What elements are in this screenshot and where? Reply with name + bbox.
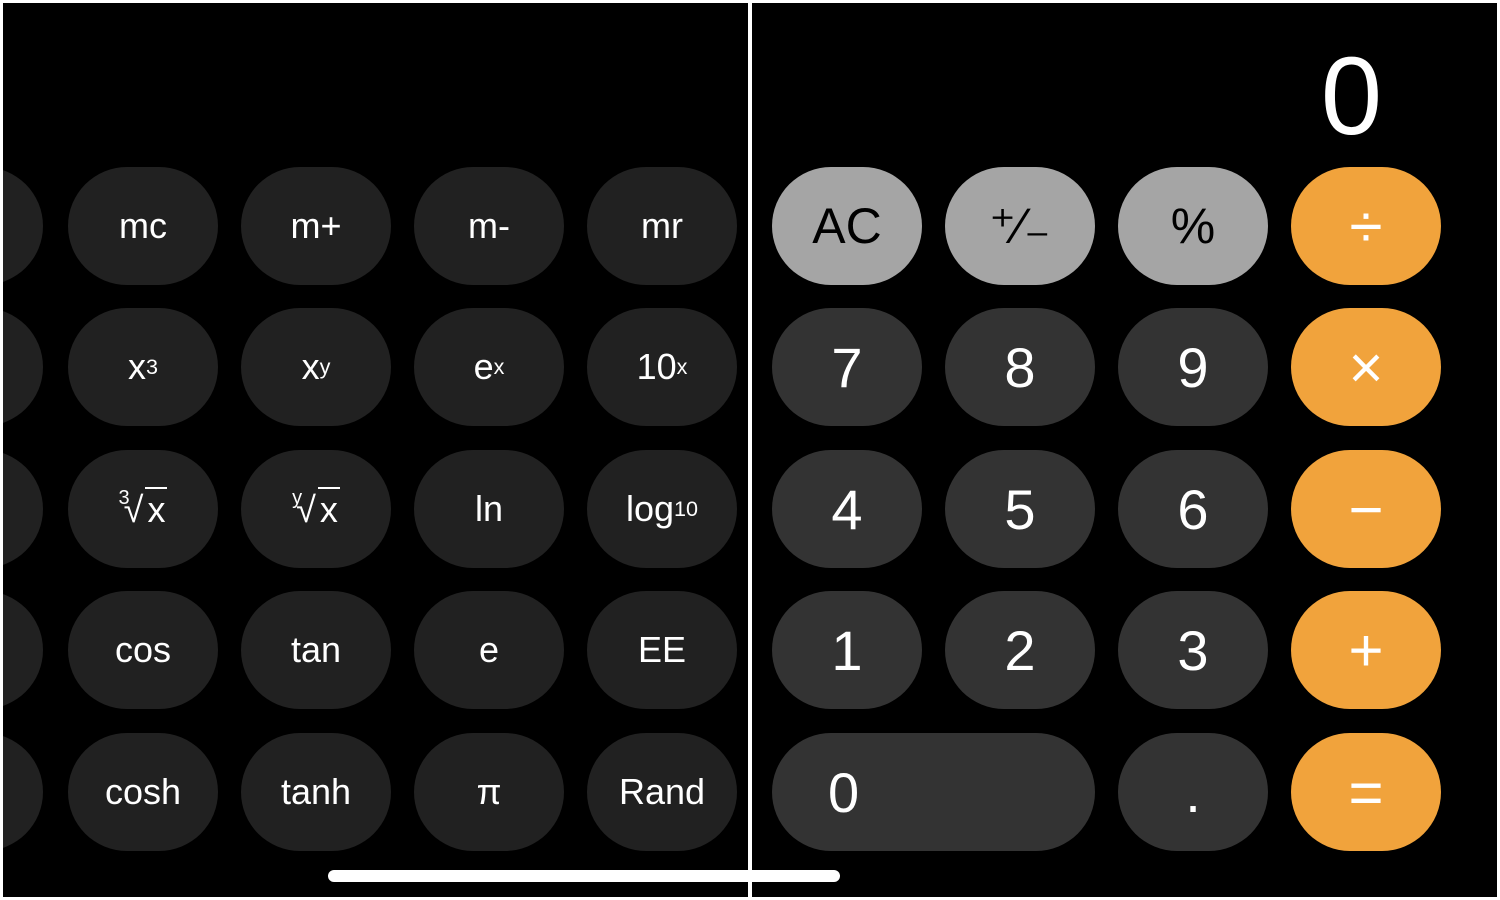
digit-label: 6 <box>1177 477 1209 541</box>
divide-button[interactable]: ÷ <box>1291 167 1441 285</box>
digit-6-button[interactable]: 6 <box>1118 450 1268 568</box>
root-index: 3 <box>118 487 130 509</box>
pi-label: π <box>476 771 502 812</box>
mc-button[interactable]: mc <box>68 167 218 285</box>
toggle-sign-button[interactable]: ⁺∕₋ <box>945 167 1095 285</box>
base-label: x <box>301 346 320 387</box>
ee-label: EE <box>637 629 687 670</box>
cos-button[interactable]: cos <box>68 591 218 709</box>
digit-label: 7 <box>831 335 863 399</box>
base-label: e <box>473 346 494 387</box>
log-label: log <box>625 488 674 529</box>
y-root-button[interactable]: y √ x <box>241 450 391 568</box>
ln-label: ln <box>474 488 504 529</box>
digit-label: 0 <box>828 760 860 824</box>
equals-icon: = <box>1348 758 1384 826</box>
percent-button[interactable]: % <box>1118 167 1268 285</box>
pi-button[interactable]: π <box>414 733 564 851</box>
digit-3-button[interactable]: 3 <box>1118 591 1268 709</box>
base-label: x <box>127 346 146 387</box>
digit-label: 5 <box>1004 477 1036 541</box>
tan-button[interactable]: tan <box>241 591 391 709</box>
keypad-panel: 0 AC ⁺∕₋ % ÷ 7 8 9 × 4 5 6 − 1 2 3 + 0 .… <box>752 3 1497 897</box>
equals-button[interactable]: = <box>1291 733 1441 851</box>
partial-button[interactable] <box>3 167 43 285</box>
digit-9-button[interactable]: 9 <box>1118 308 1268 426</box>
tanh-button[interactable]: tanh <box>241 733 391 851</box>
cosh-button[interactable]: cosh <box>68 733 218 851</box>
cosh-label: cosh <box>104 771 182 812</box>
home-indicator[interactable] <box>328 870 840 882</box>
m-minus-label: m- <box>468 205 510 246</box>
digit-2-button[interactable]: 2 <box>945 591 1095 709</box>
radicand: x <box>145 487 168 530</box>
log-base-label: 10 <box>674 496 699 521</box>
e-label: e <box>478 629 500 670</box>
digit-label: 3 <box>1177 618 1209 682</box>
mr-label: mr <box>641 205 683 246</box>
subtract-button[interactable]: − <box>1291 450 1441 568</box>
m-plus-button[interactable]: m+ <box>241 167 391 285</box>
digit-label: 4 <box>831 477 863 541</box>
mc-label: mc <box>119 205 167 246</box>
m-minus-button[interactable]: m- <box>414 167 564 285</box>
digit-8-button[interactable]: 8 <box>945 308 1095 426</box>
partial-button[interactable] <box>3 733 43 851</box>
radicand: x <box>317 487 340 530</box>
digit-label: 2 <box>1004 618 1036 682</box>
scientific-panel: mc m+ m- mr x3 xy ex 10 x 3 √ x y √ x ln log 1… <box>3 3 748 897</box>
cos-label: cos <box>114 629 172 670</box>
ln-button[interactable]: ln <box>414 450 564 568</box>
mr-button[interactable]: mr <box>587 167 737 285</box>
e-to-x-button[interactable]: ex <box>414 308 564 426</box>
split-view-divider[interactable] <box>748 0 752 900</box>
result-display: 0 <box>1320 35 1382 158</box>
minus-icon: − <box>1348 475 1384 543</box>
add-button[interactable]: + <box>1291 591 1441 709</box>
all-clear-button[interactable]: AC <box>772 167 922 285</box>
digit-label: 8 <box>1004 335 1036 399</box>
digit-4-button[interactable]: 4 <box>772 450 922 568</box>
multiply-button[interactable]: × <box>1291 308 1441 426</box>
exponent-label: x <box>676 354 688 379</box>
base-label: 10 <box>636 346 677 387</box>
digit-7-button[interactable]: 7 <box>772 308 922 426</box>
digit-0-button[interactable]: 0 <box>772 733 1095 851</box>
ee-button[interactable]: EE <box>587 591 737 709</box>
rand-label: Rand <box>618 771 706 812</box>
multiply-icon: × <box>1348 333 1384 401</box>
digit-label: 9 <box>1177 335 1209 399</box>
ten-to-x-button[interactable]: 10 x <box>587 308 737 426</box>
decimal-label: . <box>1185 760 1201 824</box>
plus-icon: + <box>1348 616 1384 684</box>
e-constant-button[interactable]: e <box>414 591 564 709</box>
partial-button[interactable] <box>3 591 43 709</box>
partial-button[interactable] <box>3 308 43 426</box>
tan-label: tan <box>290 629 342 670</box>
decimal-button[interactable]: . <box>1118 733 1268 851</box>
divide-icon: ÷ <box>1349 192 1383 260</box>
x-to-y-button[interactable]: xy <box>241 308 391 426</box>
cube-root-button[interactable]: 3 √ x <box>68 450 218 568</box>
root-index: y <box>292 487 303 509</box>
sign-label: ⁺∕₋ <box>989 198 1051 254</box>
m-plus-label: m+ <box>290 205 342 246</box>
tanh-label: tanh <box>280 771 352 812</box>
ac-label: AC <box>812 198 882 254</box>
digit-label: 1 <box>831 618 863 682</box>
exponent-label: x <box>493 354 505 379</box>
exponent-label: y <box>319 354 331 379</box>
log10-button[interactable]: log 10 <box>587 450 737 568</box>
exponent-label: 3 <box>145 354 158 379</box>
percent-label: % <box>1170 198 1216 254</box>
digit-5-button[interactable]: 5 <box>945 450 1095 568</box>
digit-1-button[interactable]: 1 <box>772 591 922 709</box>
x-cubed-button[interactable]: x3 <box>68 308 218 426</box>
rand-button[interactable]: Rand <box>587 733 737 851</box>
partial-button[interactable] <box>3 450 43 568</box>
